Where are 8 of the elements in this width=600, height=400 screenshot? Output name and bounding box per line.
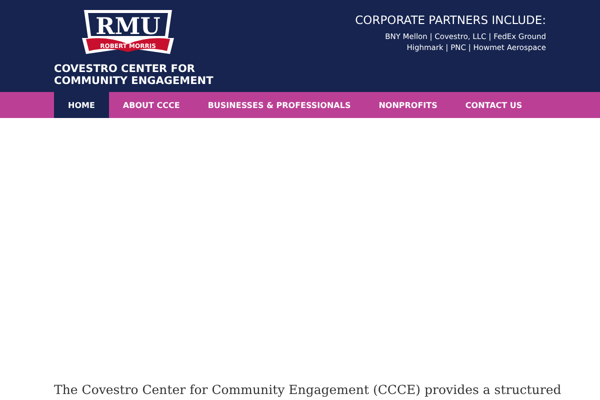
- intro-paragraph: The Covestro Center for Community Engagement (CCCE) provides a structured: [54, 382, 562, 397]
- center-name: COVESTRO CENTER FOR COMMUNITY ENGAGEMENT: [54, 63, 214, 87]
- nav-tab[interactable]: BUSINESSES & PROFESSIONALS: [194, 92, 365, 118]
- nav-tab[interactable]: ABOUT CCCE: [108, 92, 194, 118]
- nav-tab[interactable]: NONPROFITS: [364, 92, 452, 118]
- nav-tab[interactable]: CONTACT US: [451, 92, 536, 118]
- nav-tab[interactable]: HOME: [54, 92, 109, 118]
- partners-heading: CORPORATE PARTNERS INCLUDE:: [355, 13, 546, 27]
